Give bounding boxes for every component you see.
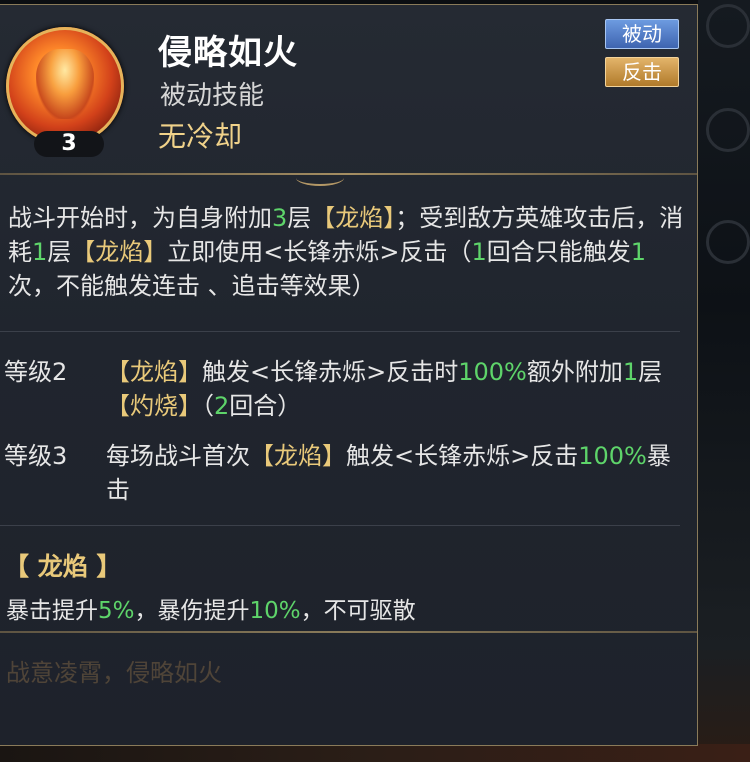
skill-header: 3 侵略如火 被动技能 无冷却 被动 反击 — [0, 5, 697, 173]
level-label: 等级2 — [4, 358, 68, 386]
highlight-value: 100% — [578, 442, 647, 470]
skill-name: 侵略如火 — [158, 33, 298, 73]
flame-figure-icon — [36, 49, 94, 119]
skill-icon-wrap: 3 — [6, 27, 126, 157]
text-segment: ，暴伤提升 — [134, 598, 250, 624]
footer-divider — [0, 631, 697, 633]
level-label: 等级3 — [4, 442, 68, 470]
section-divider — [0, 525, 680, 526]
status-keyword: 【龙焰】 — [106, 358, 202, 386]
tag-counter: 反击 — [605, 57, 679, 87]
highlight-value: 1 — [471, 238, 487, 266]
text-segment: 每场战斗首次 — [106, 442, 250, 470]
text-segment: 回合只能触发 — [486, 238, 631, 266]
skill-cooldown: 无冷却 — [158, 120, 243, 153]
status-keyword: 【灼烧】 — [106, 392, 202, 420]
section-divider — [0, 331, 680, 332]
highlight-value: 100% — [458, 358, 527, 386]
text-segment: 触发<长锋赤烁>反击时 — [202, 358, 459, 386]
buff-description: 暴击提升5%，暴伤提升10%，不可驱散 — [6, 591, 416, 625]
highlight-value: 1 — [630, 238, 647, 266]
highlight-value: 5% — [98, 598, 135, 624]
level-3-effect: 每场战斗首次【龙焰】触发<长锋赤烁>反击100%暴击 — [106, 439, 676, 507]
fire-warrior-portrait-icon — [6, 27, 124, 145]
highlight-value: 3 — [272, 204, 288, 232]
highlight-value: 2 — [214, 392, 230, 420]
level-2-effect: 【龙焰】触发<长锋赤烁>反击时100%额外附加1层【灼烧】（2回合） — [106, 355, 676, 423]
background-ring-icon — [706, 220, 750, 264]
highlight-value: 10% — [249, 598, 301, 624]
status-keyword: 【龙焰】 — [311, 204, 396, 232]
status-keyword: 【龙焰】 — [71, 238, 168, 266]
text-segment: 额外附加 — [526, 358, 623, 386]
background-ring-icon — [706, 4, 750, 48]
skill-type: 被动技能 — [160, 81, 265, 111]
text-segment: 次，不能触发连击 、追击等效果） — [8, 272, 376, 300]
text-segment: 层 — [287, 204, 312, 232]
highlight-value: 1 — [622, 358, 639, 386]
background-bottom-strip — [0, 744, 750, 762]
text-segment: 触发<长锋赤烁>反击 — [346, 442, 579, 470]
buff-name: 【 龙焰 】 — [4, 552, 122, 581]
text-segment: 层 — [47, 238, 72, 266]
text-segment: ，不可驱散 — [300, 598, 416, 624]
header-divider — [0, 173, 697, 175]
text-segment: 立即使用<长锋赤烁>反击（ — [167, 238, 472, 266]
text-segment: 暴击提升 — [6, 598, 98, 624]
text-segment: 战斗开始时，为自身附加 — [8, 204, 272, 232]
tag-passive: 被动 — [605, 19, 679, 49]
text-segment: 回合） — [229, 392, 302, 420]
background-ring-icon — [706, 108, 750, 152]
divider-ornament-icon — [296, 170, 344, 186]
skill-level-badge: 3 — [34, 131, 104, 157]
text-segment: 层 — [638, 358, 663, 386]
highlight-value: 1 — [32, 238, 48, 266]
flavor-text: 战意凌霄，侵略如火 — [6, 659, 222, 687]
skill-description: 战斗开始时，为自身附加3层【龙焰】；受到敌方英雄攻击后，消耗1层【龙焰】立即使用… — [8, 201, 688, 303]
text-segment: （ — [202, 392, 214, 420]
skill-tooltip-panel: 3 侵略如火 被动技能 无冷却 被动 反击 战斗开始时，为自身附加3层【龙焰】；… — [0, 4, 698, 746]
status-keyword: 【龙焰】 — [250, 442, 346, 470]
